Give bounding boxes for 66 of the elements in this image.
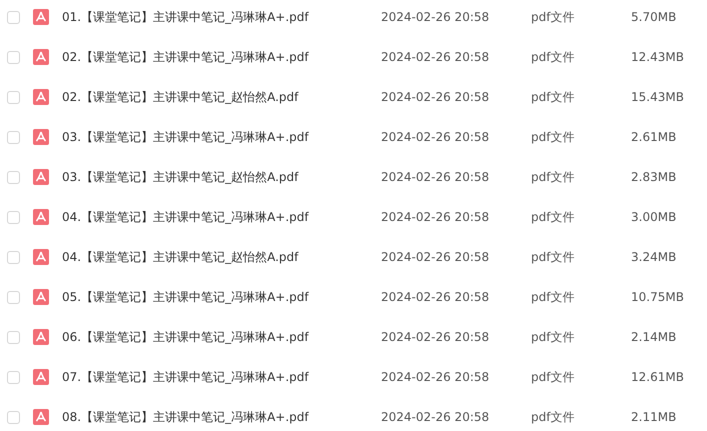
file-type: pdf文件 (531, 368, 576, 386)
file-size: 3.00MB (631, 210, 676, 224)
file-type: pdf文件 (531, 248, 576, 266)
file-name[interactable]: 05.【课堂笔记】主讲课中笔记_冯琳琳A+.pdf (62, 288, 381, 306)
pdf-file-icon (33, 129, 49, 145)
checkbox[interactable] (7, 130, 20, 144)
pdf-file-icon (33, 369, 49, 385)
pdf-file-icon (33, 329, 49, 345)
file-size: 12.61MB (631, 370, 684, 384)
modified-date: 2024-02-26 20:58 (381, 330, 490, 344)
checkbox[interactable] (7, 210, 20, 224)
file-type: pdf文件 (531, 48, 576, 66)
file-name[interactable]: 08.【课堂笔记】主讲课中笔记_冯琳琳A+.pdf (62, 408, 381, 426)
pdf-file-icon (33, 209, 49, 225)
modified-date: 2024-02-26 20:58 (381, 90, 490, 104)
file-size: 15.43MB (631, 90, 684, 104)
checkbox[interactable] (7, 90, 20, 104)
file-type: pdf文件 (531, 208, 576, 226)
file-type: pdf文件 (531, 288, 576, 306)
checkbox[interactable] (7, 290, 20, 304)
pdf-file-icon (33, 289, 49, 305)
checkbox[interactable] (7, 50, 20, 64)
checkbox[interactable] (7, 330, 20, 344)
pdf-file-icon (33, 169, 49, 185)
modified-date: 2024-02-26 20:58 (381, 10, 490, 24)
checkbox[interactable] (7, 170, 20, 184)
checkbox[interactable] (7, 410, 20, 424)
modified-date: 2024-02-26 20:58 (381, 210, 490, 224)
modified-date: 2024-02-26 20:58 (381, 50, 490, 64)
file-size: 2.11MB (631, 410, 676, 424)
modified-date: 2024-02-26 20:58 (381, 250, 490, 264)
checkbox[interactable] (7, 250, 20, 264)
file-name[interactable]: 04.【课堂笔记】主讲课中笔记_冯琳琳A+.pdf (62, 208, 381, 226)
pdf-file-icon (33, 89, 49, 105)
file-type: pdf文件 (531, 88, 576, 106)
file-size: 12.43MB (631, 50, 684, 64)
file-size: 2.61MB (631, 130, 676, 144)
file-name[interactable]: 02.【课堂笔记】主讲课中笔记_赵怡然A.pdf (62, 88, 381, 106)
file-size: 10.75MB (631, 290, 684, 304)
modified-date: 2024-02-26 20:58 (381, 170, 490, 184)
file-type: pdf文件 (531, 8, 576, 26)
file-size: 2.14MB (631, 330, 676, 344)
file-size: 2.83MB (631, 170, 676, 184)
pdf-file-icon (33, 49, 49, 65)
modified-date: 2024-02-26 20:58 (381, 290, 490, 304)
pdf-file-icon (33, 409, 49, 425)
file-name[interactable]: 01.【课堂笔记】主讲课中笔记_冯琳琳A+.pdf (62, 8, 381, 26)
file-name[interactable]: 04.【课堂笔记】主讲课中笔记_赵怡然A.pdf (62, 248, 381, 266)
file-name[interactable]: 07.【课堂笔记】主讲课中笔记_冯琳琳A+.pdf (62, 368, 381, 386)
modified-date: 2024-02-26 20:58 (381, 410, 490, 424)
checkbox[interactable] (7, 370, 20, 384)
checkbox[interactable] (7, 10, 20, 24)
file-name[interactable]: 02.【课堂笔记】主讲课中笔记_冯琳琳A+.pdf (62, 48, 381, 66)
file-type: pdf文件 (531, 328, 576, 346)
file-size: 3.24MB (631, 250, 676, 264)
file-type: pdf文件 (531, 128, 576, 146)
file-size: 5.70MB (631, 10, 676, 24)
modified-date: 2024-02-26 20:58 (381, 370, 490, 384)
file-type: pdf文件 (531, 168, 576, 186)
file-name[interactable]: 03.【课堂笔记】主讲课中笔记_冯琳琳A+.pdf (62, 128, 381, 146)
file-type: pdf文件 (531, 408, 576, 426)
file-name[interactable]: 03.【课堂笔记】主讲课中笔记_赵怡然A.pdf (62, 168, 381, 186)
pdf-file-icon (33, 9, 49, 25)
modified-date: 2024-02-26 20:58 (381, 130, 490, 144)
pdf-file-icon (33, 249, 49, 265)
file-name[interactable]: 06.【课堂笔记】主讲课中笔记_冯琳琳A+.pdf (62, 328, 381, 346)
